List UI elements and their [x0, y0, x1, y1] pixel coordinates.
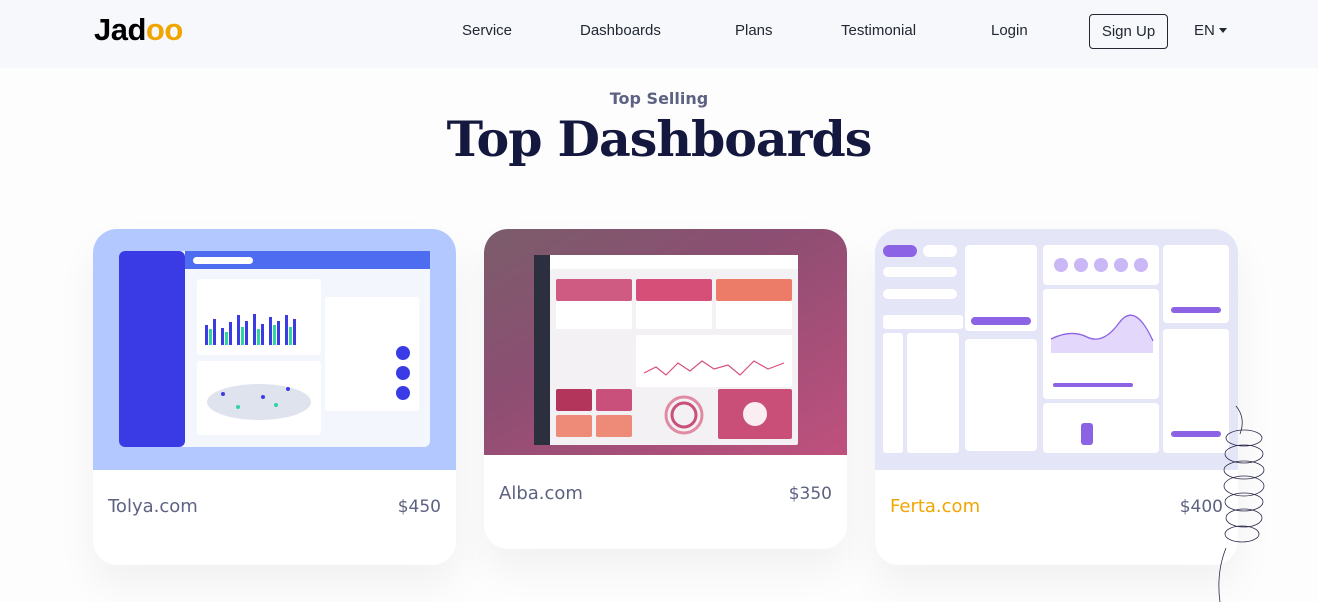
nav-link-plans[interactable]: Plans [735, 22, 773, 39]
dashboard-card-ferta[interactable]: Ferta.com $400 [875, 229, 1238, 565]
nav-link-login[interactable]: Login [991, 22, 1028, 39]
section-title: Top Dashboards [446, 110, 873, 168]
card-name: Ferta.com [890, 496, 981, 517]
caret-down-icon [1218, 28, 1227, 33]
card-price: $450 [397, 497, 441, 517]
navbar: Jadoo Service Dashboards Plans Testimoni… [0, 0, 1318, 68]
nav-link-testimonial[interactable]: Testimonial [841, 22, 916, 39]
dashboard-preview-image [875, 229, 1238, 470]
dashboard-screenshot [119, 251, 430, 447]
decorative-spiral [1218, 405, 1265, 602]
dashboard-preview-image [93, 229, 456, 470]
dashboard-screenshot [534, 255, 798, 445]
dashboard-preview-image [484, 229, 847, 455]
card-name: Tolya.com [108, 496, 198, 517]
sign-up-button[interactable]: Sign Up [1089, 14, 1168, 49]
dashboard-card-tolya[interactable]: Tolya.com $450 [93, 229, 456, 565]
language-select[interactable]: EN [1194, 22, 1227, 39]
card-name: Alba.com [499, 483, 583, 504]
section-eyebrow: Top Selling [609, 89, 709, 108]
dashboard-screenshot [883, 245, 1229, 453]
dashboard-card-alba[interactable]: Alba.com $350 [484, 229, 847, 549]
nav-link-dashboards[interactable]: Dashboards [580, 22, 661, 39]
card-price: $350 [788, 484, 832, 504]
language-label: EN [1194, 22, 1215, 39]
nav-link-service[interactable]: Service [462, 22, 512, 39]
logo[interactable]: Jadoo [94, 12, 183, 48]
